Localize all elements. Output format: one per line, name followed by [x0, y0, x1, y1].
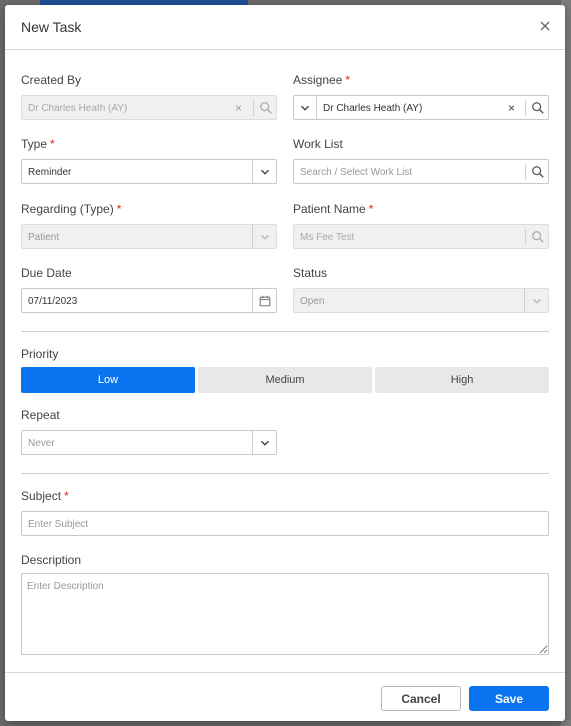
type-value: Reminder: [28, 167, 72, 178]
save-button[interactable]: Save: [469, 686, 549, 711]
status-select: Open: [293, 288, 549, 313]
dialog-title: New Task: [21, 19, 82, 35]
chevron-down-icon[interactable]: [297, 100, 313, 116]
priority-high-button[interactable]: High: [375, 367, 549, 393]
dialog-header: New Task: [5, 5, 565, 50]
work-list-field[interactable]: Search / Select Work List: [293, 159, 549, 184]
assignee-field[interactable]: Dr Charles Heath (AY) ×: [293, 95, 549, 120]
description-textarea[interactable]: [21, 573, 549, 655]
repeat-label: Repeat: [21, 408, 60, 422]
search-icon: [530, 229, 546, 245]
section-divider: [21, 473, 549, 474]
section-divider: [21, 331, 549, 332]
type-label: Type *: [21, 137, 55, 151]
repeat-select[interactable]: Never: [21, 430, 277, 455]
created-by-value: Dr Charles Heath (AY): [28, 103, 128, 114]
clear-assignee-icon[interactable]: ×: [508, 101, 515, 115]
status-label: Status: [293, 266, 328, 280]
calendar-icon[interactable]: [257, 293, 273, 309]
subject-label: Subject *: [21, 489, 69, 503]
patient-name-field: Ms Fee Test: [293, 224, 549, 249]
chevron-down-icon: [257, 164, 273, 180]
due-date-label: Due Date: [21, 266, 72, 280]
created-by-label: Created By: [21, 73, 82, 87]
due-date-value: 07/11/2023: [28, 296, 78, 307]
repeat-value: Never: [28, 438, 55, 449]
assignee-label: Assignee *: [293, 73, 351, 87]
due-date-field[interactable]: 07/11/2023: [21, 288, 277, 313]
clear-icon: ×: [235, 101, 243, 115]
regarding-type-label: Regarding (Type) *: [21, 202, 122, 216]
subject-placeholder: Enter Subject: [28, 519, 89, 530]
search-icon[interactable]: [530, 100, 546, 116]
regarding-type-select: Patient: [21, 224, 277, 249]
priority-low-button[interactable]: Low: [21, 367, 195, 393]
description-label: Description: [21, 553, 82, 567]
dialog-footer: Cancel Save: [5, 672, 565, 721]
search-icon: [258, 100, 274, 116]
type-select[interactable]: Reminder: [21, 159, 277, 184]
created-by-field: Dr Charles Heath (AY) ×: [21, 95, 277, 120]
search-icon[interactable]: [530, 164, 546, 180]
assignee-value: Dr Charles Heath (AY): [323, 103, 423, 114]
priority-label: Priority: [21, 347, 59, 361]
patient-name-label: Patient Name *: [293, 202, 374, 216]
close-icon[interactable]: [537, 18, 553, 34]
work-list-label: Work List: [293, 137, 343, 151]
priority-medium-button[interactable]: Medium: [198, 367, 372, 393]
new-task-dialog: New Task Created By Dr Charles Heath (AY…: [5, 5, 565, 721]
cancel-button[interactable]: Cancel: [381, 686, 461, 711]
subject-input[interactable]: Enter Subject: [21, 511, 549, 536]
work-list-placeholder: Search / Select Work List: [300, 167, 413, 178]
chevron-down-icon: [529, 293, 545, 309]
regarding-type-value: Patient: [28, 232, 60, 243]
status-value: Open: [300, 296, 325, 307]
patient-name-value: Ms Fee Test: [300, 232, 355, 243]
chevron-down-icon: [257, 229, 273, 245]
chevron-down-icon: [257, 435, 273, 451]
